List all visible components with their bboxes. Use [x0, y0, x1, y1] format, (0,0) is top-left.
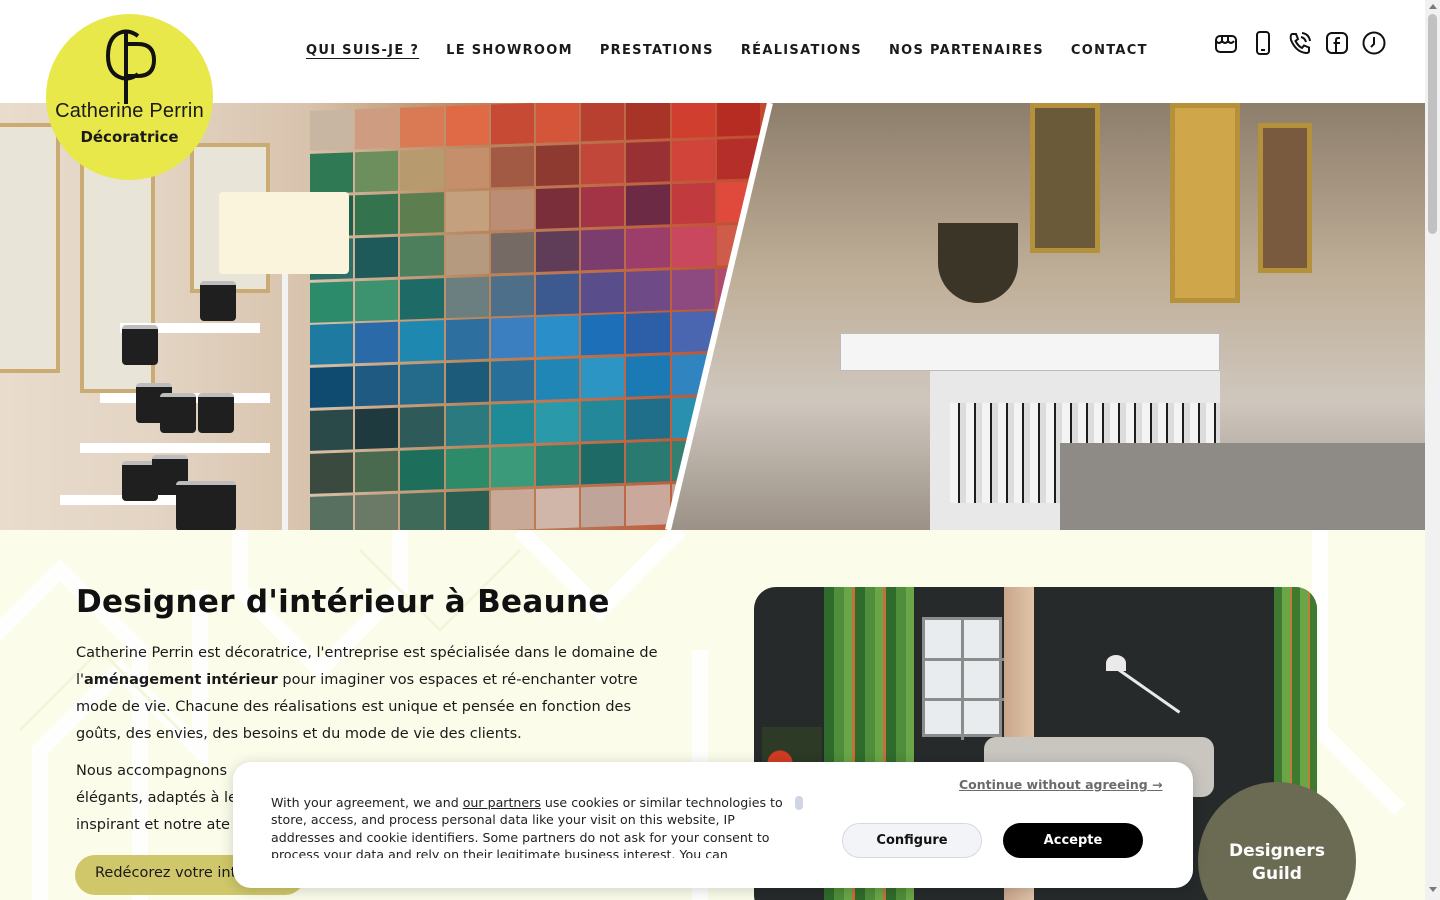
- nav-item-realisations[interactable]: RÉALISATIONS: [741, 43, 862, 58]
- accept-button[interactable]: Accepte: [1003, 823, 1143, 858]
- site-header: QUI SUIS-JE ? LE SHOWROOM PRESTATIONS RÉ…: [0, 0, 1425, 103]
- mobile-phone-icon[interactable]: [1249, 29, 1276, 56]
- phone-call-icon[interactable]: [1286, 29, 1313, 56]
- header-icon-bar: [1212, 29, 1387, 56]
- nav-item-le-showroom[interactable]: LE SHOWROOM: [446, 43, 573, 58]
- brand-subtitle: Décoratrice: [80, 128, 179, 146]
- page-scrollbar[interactable]: [1425, 0, 1440, 900]
- window: [922, 617, 1005, 740]
- scroll-down-arrow-icon[interactable]: [1429, 887, 1437, 892]
- intro-paragraph: Catherine Perrin est décoratrice, l'entr…: [76, 640, 676, 748]
- continue-without-agreeing-link[interactable]: Continue without agreeing →: [959, 777, 1163, 792]
- main-nav: QUI SUIS-JE ? LE SHOWROOM PRESTATIONS RÉ…: [306, 43, 1148, 58]
- configure-button[interactable]: Configure: [842, 823, 982, 858]
- clock-icon[interactable]: [1360, 29, 1387, 56]
- intro-p2-line-2: élégants, adaptés à le: [76, 790, 238, 806]
- intro-p2-line-3: inspirant et notre ate: [76, 817, 230, 833]
- our-partners-link[interactable]: our partners: [463, 795, 541, 810]
- floor-lamp-arm: [1113, 665, 1181, 714]
- cookie-text-scrollbar[interactable]: [795, 796, 803, 810]
- brand-logo[interactable]: Catherine Perrin Décoratrice: [46, 14, 213, 180]
- nav-item-contact[interactable]: CONTACT: [1071, 43, 1148, 58]
- scroll-up-arrow-icon[interactable]: [1429, 4, 1437, 9]
- cookie-consent-text: With your agreement, we and our partners…: [271, 794, 795, 858]
- nav-item-nos-partenaires[interactable]: NOS PARTENAIRES: [889, 43, 1044, 58]
- intro-p2-line-1: Nous accompagnons: [76, 763, 227, 779]
- hero-divider: [665, 103, 773, 530]
- facebook-icon[interactable]: [1323, 29, 1350, 56]
- badge-line-1: Designers: [1229, 841, 1325, 861]
- nav-item-prestations[interactable]: PRESTATIONS: [600, 43, 714, 58]
- scrollbar-thumb[interactable]: [1428, 14, 1437, 234]
- intro-text-bold: aménagement intérieur: [84, 672, 278, 688]
- nav-item-qui-suis-je[interactable]: QUI SUIS-JE ?: [306, 43, 419, 58]
- storefront-icon[interactable]: [1212, 29, 1239, 56]
- cookie-consent-banner: Continue without agreeing → With your ag…: [233, 762, 1193, 888]
- cp-monogram-icon: [105, 29, 157, 104]
- page-title: Designer d'intérieur à Beaune: [76, 584, 610, 620]
- hero-banner: [0, 103, 1425, 530]
- cookie-text-part: With your agreement, we and: [271, 795, 463, 810]
- brand-name: Catherine Perrin: [55, 100, 204, 122]
- badge-line-2: Guild: [1252, 864, 1302, 884]
